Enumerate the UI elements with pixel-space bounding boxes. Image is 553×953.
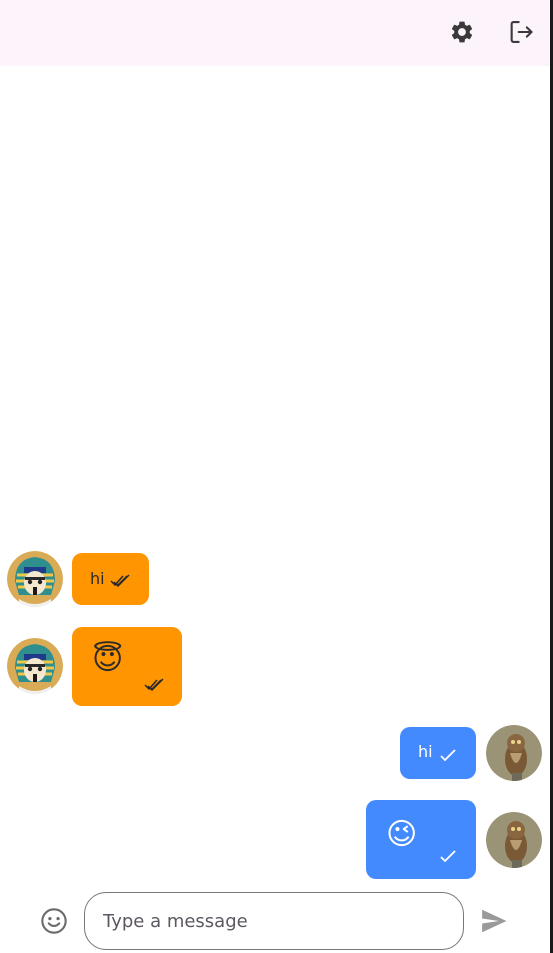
pharaoh-avatar[interactable] — [7, 551, 63, 607]
message-bubble-incoming[interactable]: hi — [72, 553, 149, 605]
message-bubble-outgoing[interactable]: hi — [400, 727, 476, 779]
settings-button[interactable] — [447, 17, 477, 47]
message-emoji: 😇 — [92, 642, 124, 677]
message-text: hi — [90, 569, 105, 588]
pharaoh-avatar[interactable] — [7, 638, 63, 694]
logout-button[interactable] — [506, 17, 536, 47]
owl-avatar[interactable] — [486, 812, 542, 868]
check-icon — [440, 749, 456, 762]
message-emoji: 😉 — [386, 817, 418, 852]
check-icon — [440, 850, 456, 863]
message-text: hi — [418, 742, 433, 761]
double-check-icon — [144, 678, 164, 691]
message-input-field[interactable] — [84, 892, 464, 950]
gear-icon — [451, 21, 473, 43]
owl-avatar[interactable] — [486, 725, 542, 781]
message-bubble-outgoing[interactable]: 😉 — [366, 800, 476, 879]
logout-icon — [510, 21, 533, 43]
send-icon[interactable] — [478, 906, 510, 936]
message-bubble-incoming[interactable]: 😇 — [72, 627, 182, 706]
emoji-icon[interactable] — [40, 907, 68, 935]
message-input[interactable] — [101, 893, 450, 950]
app-bar — [0, 0, 550, 66]
double-check-icon — [110, 574, 130, 587]
